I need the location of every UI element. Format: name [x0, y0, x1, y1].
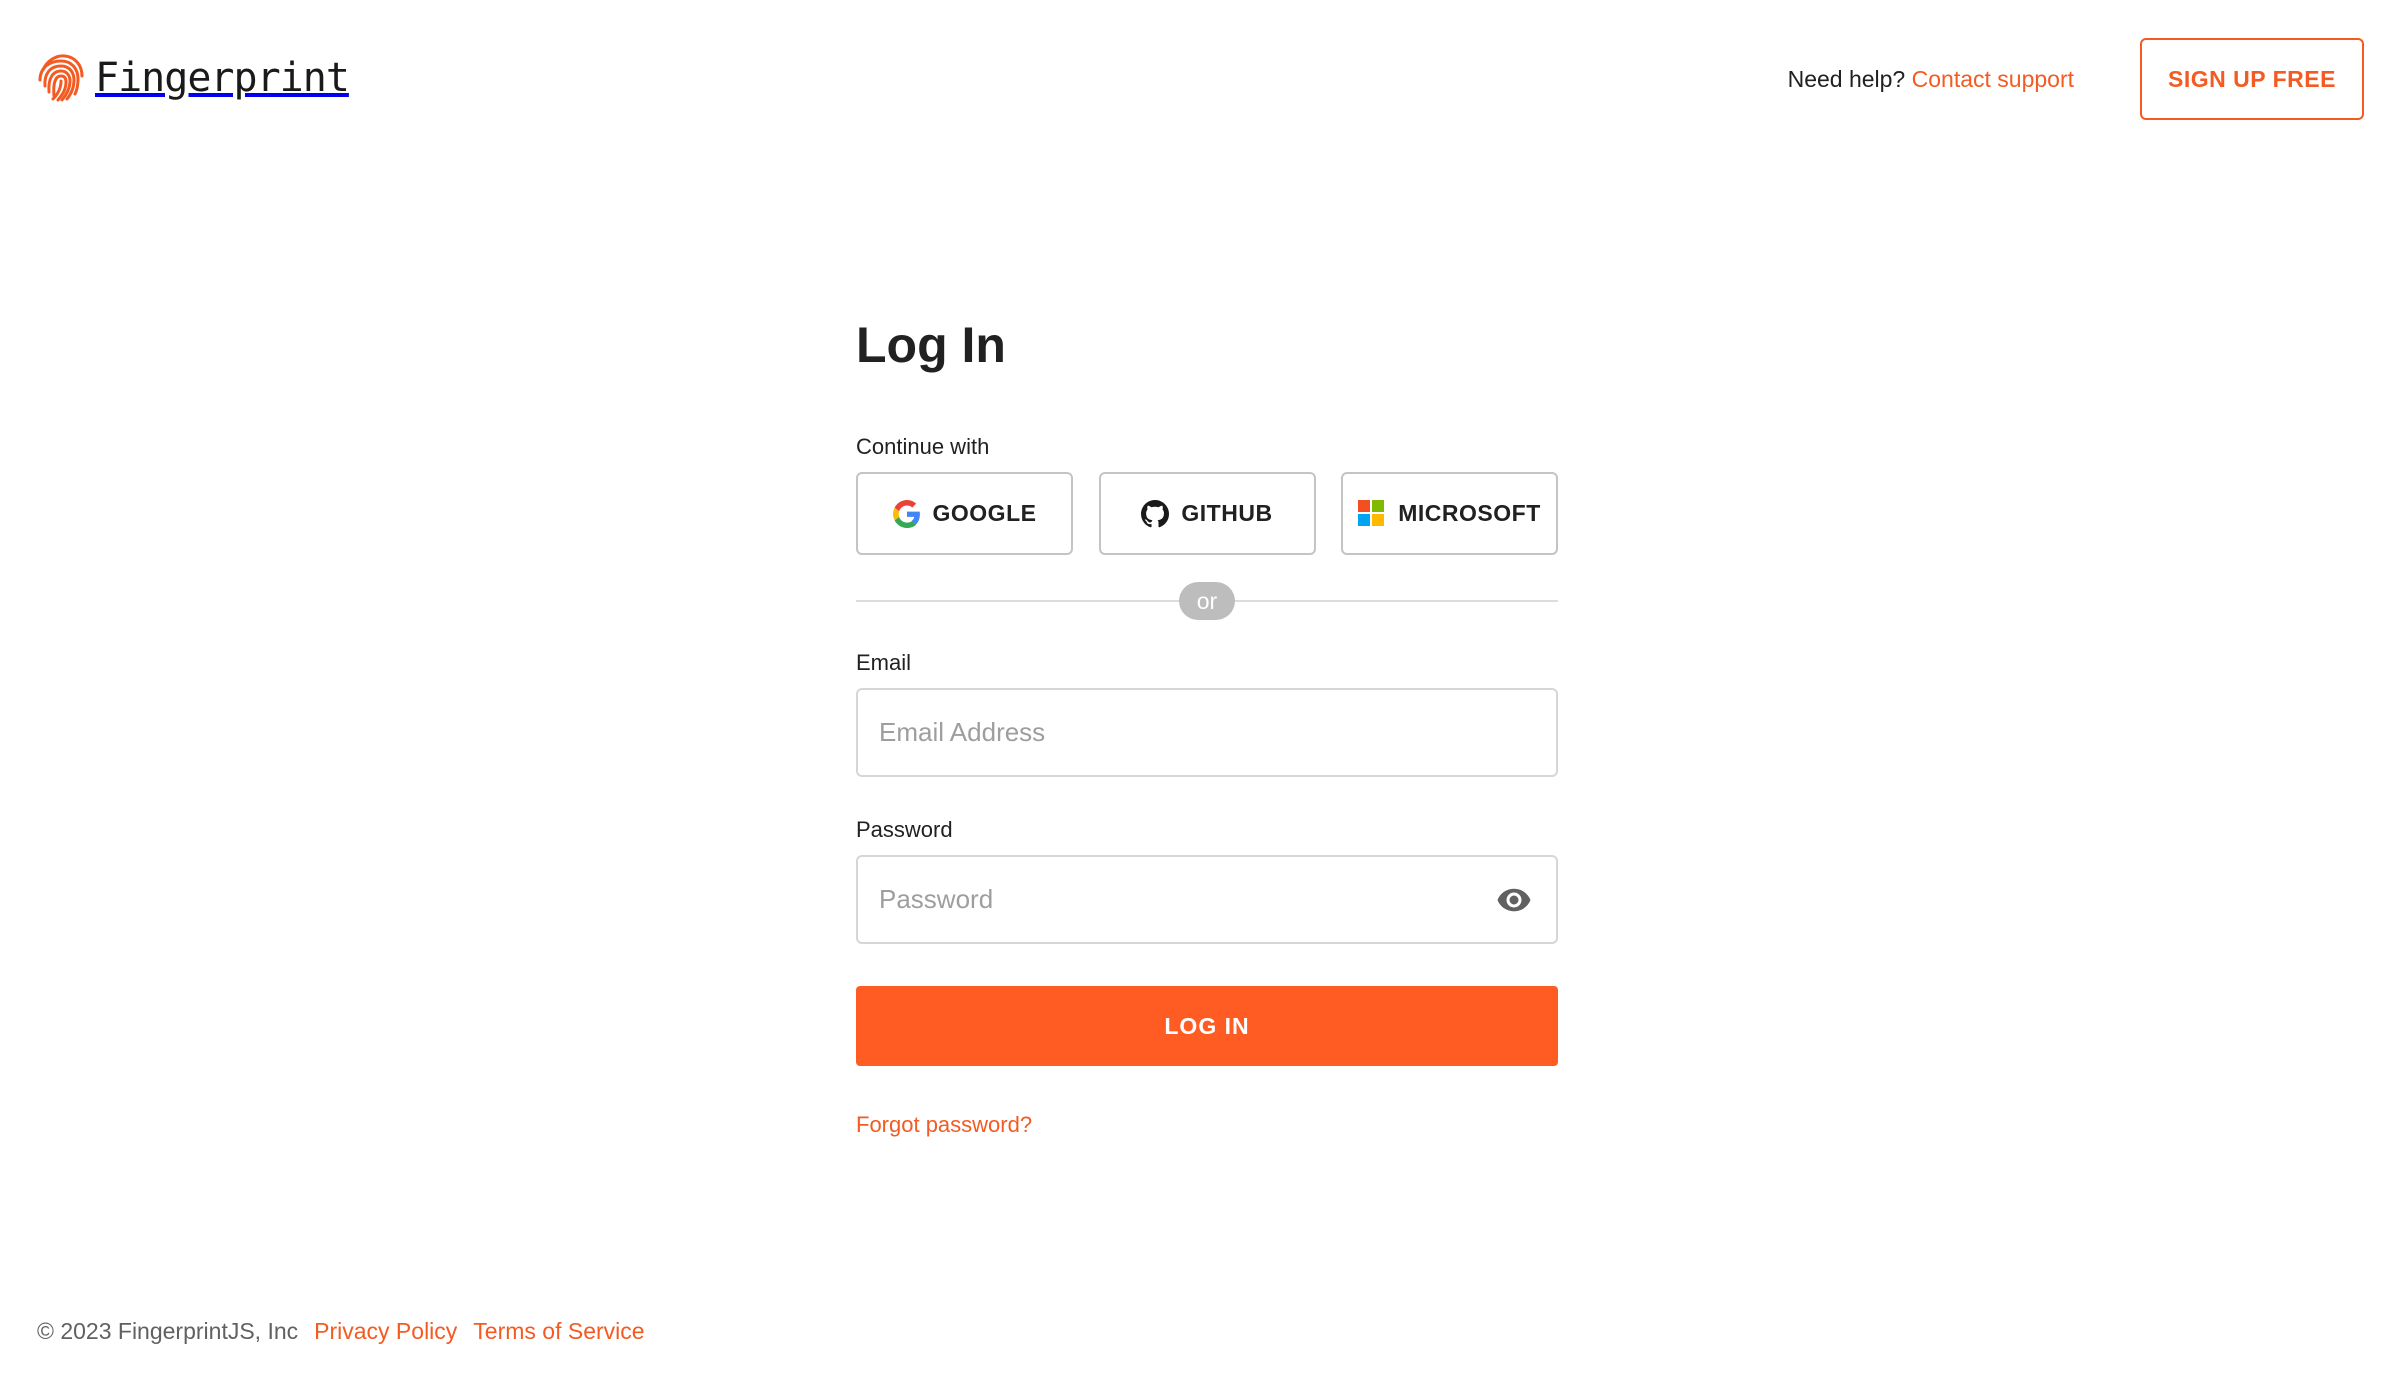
or-pill: or: [1179, 582, 1235, 620]
github-label: GITHUB: [1181, 500, 1273, 526]
login-form: Log In Continue with GOOGLE GITHUB MICRO…: [856, 316, 1558, 1138]
footer: © 2023 FingerprintJS, Inc Privacy Policy…: [37, 1318, 645, 1345]
email-field[interactable]: [858, 690, 1556, 775]
github-icon: [1141, 499, 1170, 528]
sign-up-free-button[interactable]: SIGN UP FREE: [2140, 38, 2364, 120]
page-title: Log In: [856, 317, 1006, 373]
microsoft-icon: [1358, 499, 1386, 528]
github-login-button[interactable]: GITHUB: [1098, 472, 1316, 555]
email-label: Email: [856, 650, 912, 675]
fingerprint-icon: [37, 52, 85, 104]
top-header: Fingerprint Need help? Contact support S…: [0, 0, 2400, 160]
google-icon: [892, 499, 921, 528]
eye-icon[interactable]: [1496, 885, 1532, 915]
oauth-providers: GOOGLE GITHUB MICROSOFT: [856, 472, 1558, 555]
google-label: GOOGLE: [932, 500, 1037, 526]
microsoft-label: MICROSOFT: [1398, 500, 1541, 526]
help-text-group: Need help? Contact support: [1788, 66, 2074, 93]
log-in-button[interactable]: LOG IN: [856, 986, 1558, 1066]
contact-support-link[interactable]: Contact support: [1912, 66, 2074, 92]
brand-logo[interactable]: Fingerprint: [37, 52, 350, 104]
forgot-password-link[interactable]: Forgot password?: [856, 1112, 1032, 1138]
password-label: Password: [856, 817, 953, 842]
email-field-wrapper: [856, 688, 1558, 777]
microsoft-login-button[interactable]: MICROSOFT: [1341, 472, 1558, 555]
google-login-button[interactable]: GOOGLE: [856, 472, 1073, 555]
continue-with-label: Continue with: [856, 434, 990, 459]
copyright-text: © 2023 FingerprintJS, Inc: [37, 1318, 299, 1344]
brand-name: Fingerprint: [95, 55, 350, 101]
or-divider: or: [856, 582, 1558, 620]
password-field-wrapper: [856, 855, 1558, 944]
password-field[interactable]: [858, 857, 1556, 942]
terms-of-service-link[interactable]: Terms of Service: [473, 1318, 644, 1345]
privacy-policy-link[interactable]: Privacy Policy: [314, 1318, 457, 1345]
help-text: Need help?: [1787, 66, 1906, 92]
